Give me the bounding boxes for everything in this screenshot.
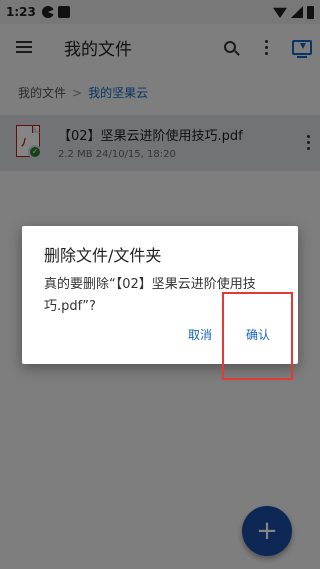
dialog-title: 删除文件/文件夹 <box>44 246 162 265</box>
cancel-button[interactable]: 取消 <box>188 326 212 343</box>
highlight-annotation-box <box>222 292 293 380</box>
